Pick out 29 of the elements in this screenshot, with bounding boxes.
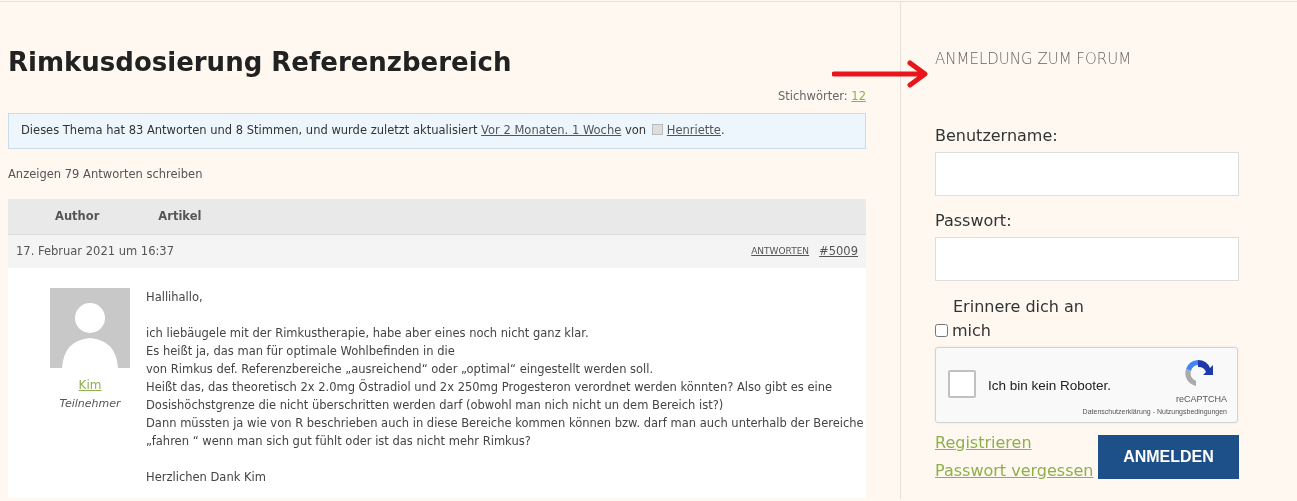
reply-count: Anzeigen 79 Antworten schreiben	[8, 165, 204, 183]
remember-label: Erinnere dich an	[952, 295, 1085, 318]
password-field[interactable]	[935, 236, 1239, 281]
username-field[interactable]	[935, 151, 1239, 196]
post-date: 17. Februar 2021 um 16:37	[16, 242, 174, 260]
author-role: Teilnehmer	[58, 395, 122, 412]
topic-info-notice: Dieses Thema hat 83 Antworten und 8 Stimmen, und wurde zuletzt aktualisiert Vor 2 Monaten. 1 Woche von Henriette.	[8, 113, 866, 149]
last-update-link[interactable]: Vor 2 Monaten. 1 Woche	[481, 123, 622, 138]
user-link[interactable]: Henriette	[666, 123, 721, 138]
topic-title: Rimkusdosierung Referenzbereich	[8, 46, 513, 79]
user-avatar-icon	[651, 124, 663, 136]
captcha-label: Ich bin kein Roboter.	[988, 376, 1112, 395]
arrow-annotation-icon	[832, 60, 930, 88]
captcha-checkbox[interactable]	[948, 369, 976, 398]
remember-checkbox[interactable]	[935, 324, 948, 337]
column-header: Author	[55, 207, 100, 225]
post-number-link[interactable]: #5009	[819, 242, 858, 260]
login-button[interactable]: ANMELDEN	[1098, 434, 1239, 479]
captcha-brand: reCAPTCHA	[1176, 392, 1227, 406]
sidebar-heading: ANMELDUNG ZUM FORUM	[935, 49, 1133, 70]
post-paragraph: Hallihallo,	[146, 288, 204, 306]
post-paragraph: Herzlichen Dank Kim	[146, 468, 267, 486]
column-header: Artikel	[158, 207, 202, 225]
remember-label-continued: mich	[952, 319, 991, 342]
reply-link[interactable]: ANTWORTEN	[751, 244, 810, 258]
post-paragraph: ich liebäugele mit der Rimkustherapie, habe aber eines noch nicht ganz klar. Es heißt ja, das man für optimale Wohlbefinden in die von Rimkus def. Referenzbereiche „ausreichend“ oder „optimal“ eingestellt werden soll. Heißt das, das theoretisch 2x 2.0mg Östradiol und 2x 250mg Progesteron verordnet werden könnten? Also gibt es eine Dosishöchstgrenze die nicht überschritten werden darf (obwohl man nich nicht un dem Bereich ist?) Dann müssten ja wie von R beschrieben auch in diese Bereiche kommen können bzw. darf man auch unterhalb der Bereiche „fahren “ wenn man sich gut fühlt oder ist das nicht mehr Rimkus?	[146, 324, 864, 450]
username-label: Benutzername:	[935, 124, 1059, 147]
tags-label: Stichwörter:	[777, 89, 849, 103]
password-label: Passwort:	[935, 209, 1013, 232]
